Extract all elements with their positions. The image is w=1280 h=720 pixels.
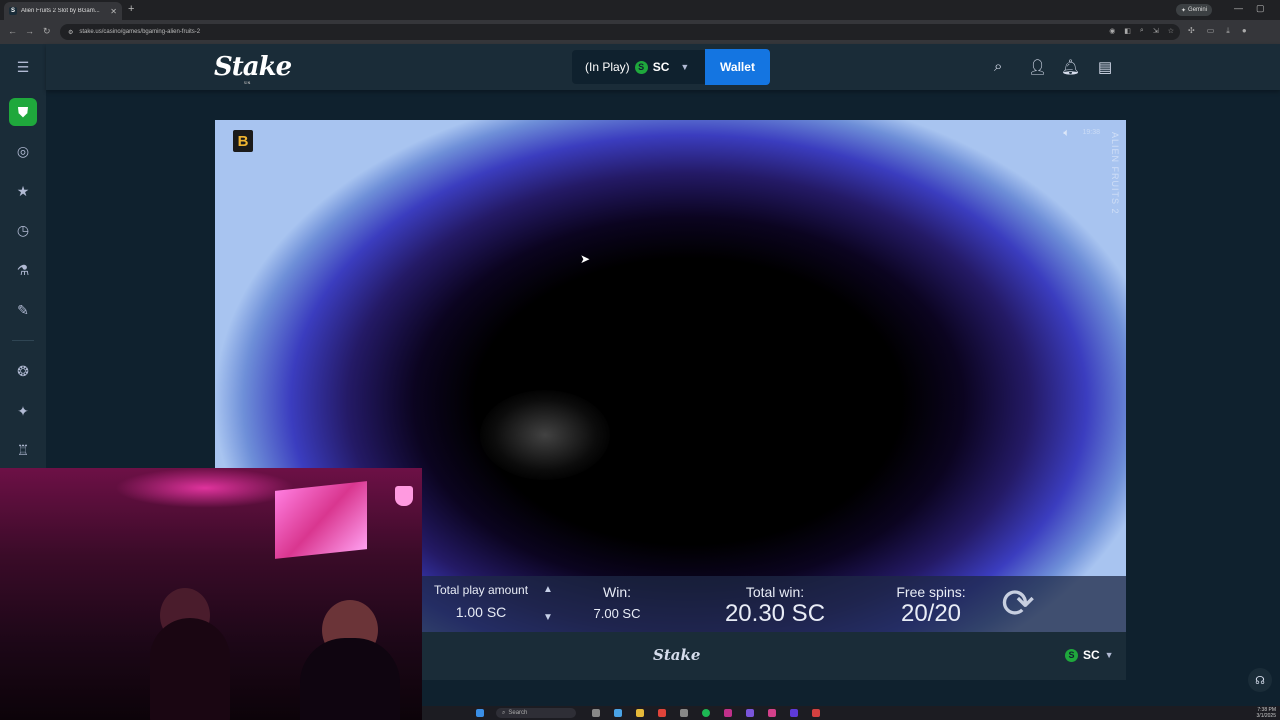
tab-title: Alien Fruits 2 Slot by BGam... bbox=[21, 8, 100, 14]
spotify-icon[interactable] bbox=[702, 709, 710, 717]
game-title: ALIEN FRUITS 2 bbox=[1110, 132, 1120, 215]
taskbar-date: 3/1/2025 bbox=[1256, 713, 1276, 719]
new-releases-icon[interactable]: ✦ bbox=[9, 397, 37, 425]
sports-target-icon[interactable]: ◎ bbox=[9, 137, 37, 165]
bet-decrease-icon[interactable]: ▼ bbox=[543, 612, 553, 623]
maximize-icon[interactable]: ▢ bbox=[1256, 3, 1265, 14]
downloads-icon[interactable]: ⤓ bbox=[1226, 26, 1230, 36]
chrome-icon[interactable] bbox=[658, 709, 666, 717]
free-spins-value: 20/20 bbox=[900, 600, 962, 627]
total-win-label: Total win: bbox=[745, 584, 805, 600]
footer-currency-selector[interactable]: S SC ▼ bbox=[1065, 648, 1114, 662]
site-info-icon[interactable]: ⚙ bbox=[68, 29, 73, 36]
logo-text: Stake bbox=[214, 52, 292, 82]
balance-currency: SC bbox=[652, 60, 670, 74]
task-view-icon[interactable] bbox=[592, 709, 600, 717]
address-bar: ← → ↻ ⚙ stake.us/casino/games/bgaming-al… bbox=[0, 20, 1280, 44]
menu-icon[interactable]: ☰ bbox=[9, 53, 37, 81]
explorer-icon[interactable] bbox=[636, 709, 644, 717]
wallet-button[interactable]: Wallet bbox=[705, 49, 770, 85]
sc-coin-icon: S bbox=[1065, 648, 1078, 662]
galaxy-graphic bbox=[480, 390, 610, 480]
bgaming-badge: B bbox=[233, 130, 253, 152]
free-spins-label: Free spins: bbox=[896, 584, 966, 600]
sparkle-icon: ✦ bbox=[1181, 7, 1187, 14]
bets-ticket-icon[interactable]: ✎ bbox=[9, 296, 37, 324]
browser-tab[interactable]: S Alien Fruits 2 Slot by BGam... ✕ bbox=[4, 2, 122, 20]
back-icon[interactable]: ← bbox=[8, 26, 17, 36]
app-icon[interactable] bbox=[724, 709, 732, 717]
stake-logo[interactable]: Stake US bbox=[214, 52, 292, 85]
cohost bbox=[300, 638, 400, 720]
sc-coin-icon: S bbox=[634, 60, 648, 74]
bookmark-star-icon[interactable]: ☆ bbox=[1168, 27, 1174, 35]
logo-region: US bbox=[244, 80, 251, 85]
chevron-down-icon: ▼ bbox=[680, 62, 690, 72]
os-taskbar: ⌕ Search 7:38 PM 3/1/2025 bbox=[422, 706, 1280, 720]
lamp bbox=[395, 486, 413, 506]
taskbar-search[interactable]: ⌕ Search bbox=[496, 708, 576, 718]
originals-icon[interactable]: ❂ bbox=[9, 357, 37, 385]
casino-shield-icon[interactable]: ⛊ bbox=[9, 98, 37, 126]
total-play-value: 1.00 SC bbox=[455, 604, 507, 620]
url-field[interactable]: ⚙ stake.us/casino/games/bgaming-alien-fr… bbox=[60, 24, 1180, 40]
neon-light bbox=[115, 468, 295, 508]
mouse-cursor-icon: ➤ bbox=[580, 252, 591, 266]
discord-icon[interactable] bbox=[746, 709, 754, 717]
sound-icon[interactable]: 🔈︎ bbox=[1063, 127, 1070, 140]
forward-icon[interactable]: → bbox=[25, 26, 34, 36]
win-value: 7.00 SC bbox=[593, 606, 641, 621]
taskbar-clock[interactable]: 7:38 PM 3/1/2025 bbox=[1257, 707, 1276, 719]
zoom-icon[interactable]: ⌕ bbox=[1140, 27, 1144, 35]
live-support-headset-icon[interactable]: ☊ bbox=[1248, 668, 1272, 692]
url-text: stake.us/casino/games/bgaming-alien-frui… bbox=[79, 29, 201, 35]
search-icon[interactable]: ⌕ bbox=[994, 58, 1002, 75]
footer-stake-logo: Stake bbox=[653, 646, 701, 664]
stake-favicon-icon: S bbox=[9, 7, 17, 15]
location-icon[interactable]: ◉ bbox=[1109, 27, 1115, 35]
edge-icon[interactable] bbox=[614, 709, 622, 717]
new-tab-icon[interactable]: + bbox=[128, 3, 134, 15]
browser-tab-bar: S Alien Fruits 2 Slot by BGam... ✕ + ✦ G… bbox=[0, 0, 1280, 20]
taskbar-search-text: Search bbox=[508, 710, 528, 716]
reload-icon[interactable]: ↻ bbox=[43, 26, 51, 37]
sidepanel-icon[interactable]: ▭ bbox=[1207, 26, 1215, 36]
minimize-icon[interactable]: — bbox=[1234, 3, 1243, 13]
footer-currency: SC bbox=[1083, 648, 1100, 662]
chat-icon[interactable]: ▤ bbox=[1098, 58, 1112, 76]
recent-clock-icon[interactable]: ◷ bbox=[9, 216, 37, 244]
gemini-button[interactable]: ✦ Gemini bbox=[1176, 4, 1213, 16]
chevron-down-icon: ▼ bbox=[1104, 650, 1114, 660]
search-icon: ⌕ bbox=[502, 709, 506, 716]
install-icon[interactable]: ⇲ bbox=[1153, 27, 1159, 35]
balance-selector[interactable]: (In Play) S SC ▼ bbox=[572, 50, 706, 84]
notification-bell-icon[interactable]: 🔔︎ bbox=[1061, 58, 1080, 76]
slots-icon[interactable]: ♖ bbox=[9, 436, 37, 464]
sidebar-divider bbox=[12, 340, 34, 341]
app-icon[interactable] bbox=[790, 709, 798, 717]
start-icon[interactable] bbox=[476, 709, 484, 717]
game-clock: 19:38 bbox=[1082, 129, 1100, 136]
win-label: Win: bbox=[603, 584, 631, 600]
app-icon[interactable] bbox=[812, 709, 820, 717]
profile-icon[interactable]: ● bbox=[1242, 26, 1247, 36]
favourites-star-icon[interactable]: ★ bbox=[9, 177, 37, 205]
user-icon[interactable]: 👤︎ bbox=[1028, 58, 1047, 76]
extensions-icon[interactable]: ✣ bbox=[1188, 26, 1195, 36]
balance-in-play: (In Play) bbox=[585, 60, 630, 74]
app-icon[interactable] bbox=[680, 709, 688, 717]
webcam-overlay bbox=[0, 468, 422, 720]
spin-refresh-icon[interactable]: ⟳ bbox=[993, 584, 1043, 626]
streamer bbox=[150, 618, 230, 720]
total-play-label: Total play amount bbox=[433, 583, 529, 597]
app-icon[interactable] bbox=[768, 709, 776, 717]
bet-increase-icon[interactable]: ▲ bbox=[543, 584, 553, 595]
total-win-value: 20.30 SC bbox=[724, 600, 826, 627]
close-tab-icon[interactable]: ✕ bbox=[110, 7, 117, 16]
site-header: Stake US (In Play) S SC ▼ Wallet ⌕ 👤︎ 🔔︎… bbox=[46, 44, 1280, 90]
challenges-flask-icon[interactable]: ⚗ bbox=[9, 256, 37, 284]
wall-art bbox=[275, 481, 367, 559]
gemini-label: Gemini bbox=[1188, 7, 1208, 13]
camera-off-icon[interactable]: ◧ bbox=[1124, 27, 1131, 35]
